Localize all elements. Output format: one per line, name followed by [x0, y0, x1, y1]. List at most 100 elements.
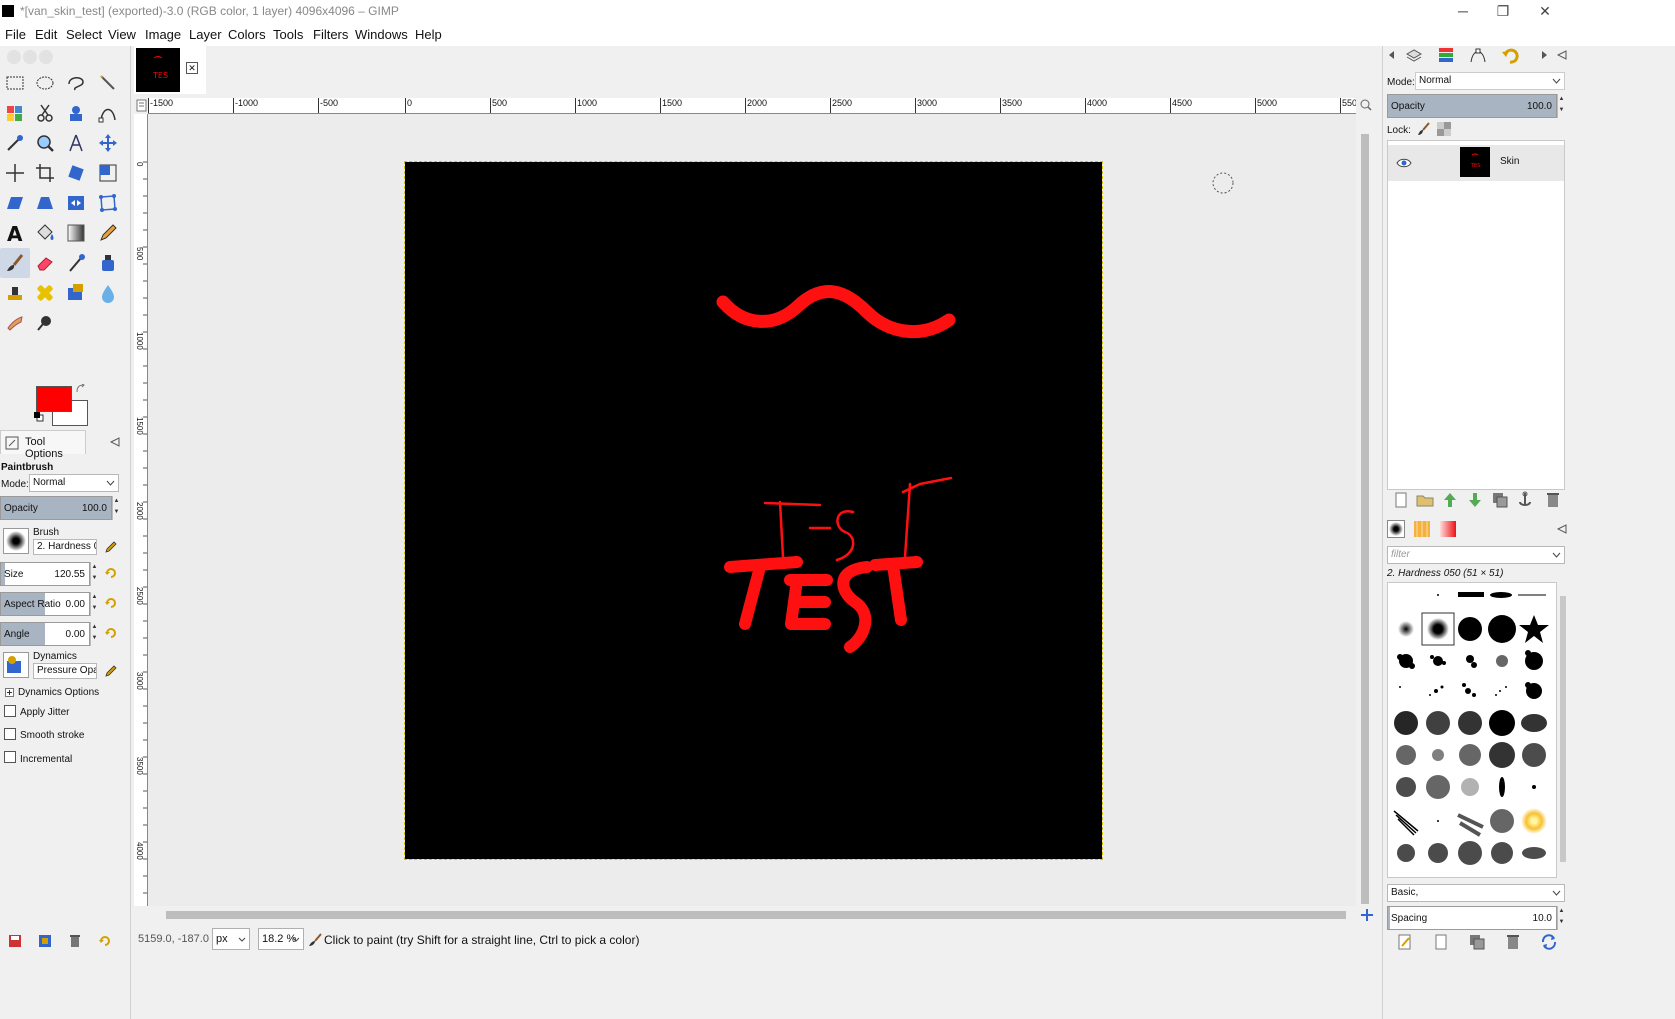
menu-colors[interactable]: Colors [228, 27, 266, 42]
free-select-tool-icon[interactable] [61, 68, 91, 98]
brush-preview[interactable] [3, 528, 29, 554]
dodge-burn-tool-icon[interactable] [30, 308, 60, 338]
menu-edit[interactable]: Edit [35, 27, 57, 42]
zoom-select[interactable]: 18.2 % [258, 928, 304, 950]
menu-select[interactable]: Select [66, 27, 102, 42]
layer-opacity-slider[interactable]: Opacity 100.0 [1387, 94, 1557, 118]
tab-channels[interactable] [1437, 46, 1455, 64]
new-layer-icon[interactable] [1391, 490, 1411, 510]
save-tool-preset-icon[interactable] [8, 934, 22, 948]
delete-brush-icon[interactable] [1503, 932, 1523, 952]
delete-tool-preset-icon[interactable] [68, 934, 82, 948]
menu-file[interactable]: File [5, 27, 26, 42]
airbrush-tool-icon[interactable] [61, 248, 91, 278]
mode-select[interactable]: Normal [29, 474, 119, 492]
refresh-brushes-icon[interactable] [1539, 932, 1559, 952]
tab-patterns[interactable] [1413, 520, 1431, 538]
new-layer-group-icon[interactable] [1415, 490, 1435, 510]
fuzzy-select-tool-icon[interactable] [93, 68, 123, 98]
layer-mode-select[interactable]: Normal [1415, 72, 1565, 90]
brush-grid-scrollbar[interactable] [1559, 582, 1567, 878]
dock-scroll-right-icon[interactable] [1539, 50, 1549, 60]
paths-tool-icon[interactable] [93, 98, 123, 128]
menu-view[interactable]: View [108, 27, 136, 42]
horizontal-scrollbar[interactable] [148, 908, 1356, 922]
ellipse-select-tool-icon[interactable] [30, 68, 60, 98]
image-canvas[interactable] [404, 161, 1103, 860]
duplicate-layer-icon[interactable] [1490, 490, 1510, 510]
incremental-checkbox[interactable] [4, 751, 16, 763]
tab-brushes[interactable] [1387, 520, 1405, 538]
menu-help[interactable]: Help [415, 27, 442, 42]
brush-name-field[interactable]: 2. Hardness 050 [33, 539, 97, 555]
menu-layer[interactable]: Layer [189, 27, 222, 42]
edit-brush-icon[interactable] [104, 540, 118, 554]
lower-layer-icon[interactable] [1465, 490, 1485, 510]
flip-tool-icon[interactable] [61, 188, 91, 218]
dock-scroll-left-icon[interactable] [1387, 50, 1397, 60]
alignment-tool-icon[interactable] [0, 158, 30, 188]
clone-tool-icon[interactable] [0, 278, 30, 308]
color-picker-tool-icon[interactable] [0, 128, 30, 158]
dynamics-preview[interactable] [3, 652, 29, 678]
eye-icon[interactable] [1396, 157, 1412, 169]
brush-spacing-spinner[interactable]: ▲ ▼ [1557, 906, 1565, 930]
edit-dynamics-icon[interactable] [104, 664, 118, 678]
tab-undo-history[interactable] [1501, 46, 1519, 64]
brush-tag-select[interactable]: Basic, [1387, 884, 1565, 902]
scissors-select-tool-icon[interactable] [30, 98, 60, 128]
image-tab[interactable]: TES ✕ [134, 46, 206, 94]
smooth-stroke-checkbox[interactable] [4, 728, 16, 740]
layers-list[interactable]: TES Skin [1387, 140, 1565, 490]
tab-layers[interactable] [1405, 46, 1423, 64]
tab-paths[interactable] [1469, 46, 1487, 64]
rotate-tool-icon[interactable] [61, 158, 91, 188]
panel-menu-icon[interactable] [110, 437, 120, 447]
dock-menu-icon[interactable] [1557, 50, 1567, 60]
bucket-fill-tool-icon[interactable] [30, 218, 60, 248]
layer-name[interactable]: Skin [1500, 156, 1519, 167]
crop-tool-icon[interactable] [30, 158, 60, 188]
anchor-layer-icon[interactable] [1515, 490, 1535, 510]
duplicate-brush-icon[interactable] [1467, 932, 1487, 952]
size-spinner[interactable]: ▲ ▼ [90, 562, 98, 586]
zoom-tool-icon[interactable] [30, 128, 60, 158]
reset-tool-options-icon[interactable] [98, 934, 112, 948]
lock-pixels-icon[interactable] [1417, 122, 1431, 136]
swap-colors-icon[interactable] [76, 384, 86, 394]
layer-opacity-spinner[interactable]: ▲ ▼ [1557, 94, 1565, 118]
brush-grid[interactable] [1387, 582, 1557, 878]
move-tool-icon[interactable] [93, 128, 123, 158]
smudge-tool-icon[interactable] [0, 308, 30, 338]
reset-size-icon[interactable] [104, 566, 118, 580]
tab-tool-options[interactable]: Tool Options [0, 430, 86, 460]
dynamics-options-expander[interactable]: Dynamics Options [18, 687, 99, 698]
size-slider[interactable]: Size 120.55 [0, 562, 90, 586]
menu-filters[interactable]: Filters [313, 27, 348, 42]
edit-brush-dock-icon[interactable] [1395, 932, 1415, 952]
shear-tool-icon[interactable] [0, 188, 30, 218]
unit-select[interactable]: px [212, 928, 250, 950]
pencil-tool-icon[interactable] [93, 218, 123, 248]
blur-sharpen-tool-icon[interactable] [93, 278, 123, 308]
reset-aspect-ratio-icon[interactable] [104, 596, 118, 610]
eraser-tool-icon[interactable] [30, 248, 60, 278]
new-brush-icon[interactable] [1431, 932, 1451, 952]
layer-row[interactable]: TES Skin [1388, 145, 1564, 181]
opacity-spinner[interactable]: ▲ ▼ [112, 496, 120, 520]
zoom-fit-icon[interactable] [1360, 99, 1372, 111]
foreground-color-swatch[interactable] [36, 386, 72, 412]
navigate-icon[interactable] [1360, 908, 1374, 922]
text-tool-icon[interactable]: A [0, 218, 30, 248]
brush-filter-input[interactable]: filter [1387, 546, 1565, 564]
cage-transform-tool-icon[interactable] [93, 188, 123, 218]
apply-jitter-checkbox[interactable] [4, 705, 16, 717]
default-colors-icon[interactable] [34, 412, 44, 422]
vertical-scrollbar[interactable] [1358, 114, 1372, 906]
menu-tools[interactable]: Tools [273, 27, 303, 42]
gradient-tool-icon[interactable] [61, 218, 91, 248]
close-tab-icon[interactable]: ✕ [186, 62, 198, 74]
ink-tool-icon[interactable] [93, 248, 123, 278]
maximize-button[interactable]: ❐ [1480, 0, 1526, 24]
opacity-slider[interactable]: Opacity 100.0 [0, 496, 112, 520]
